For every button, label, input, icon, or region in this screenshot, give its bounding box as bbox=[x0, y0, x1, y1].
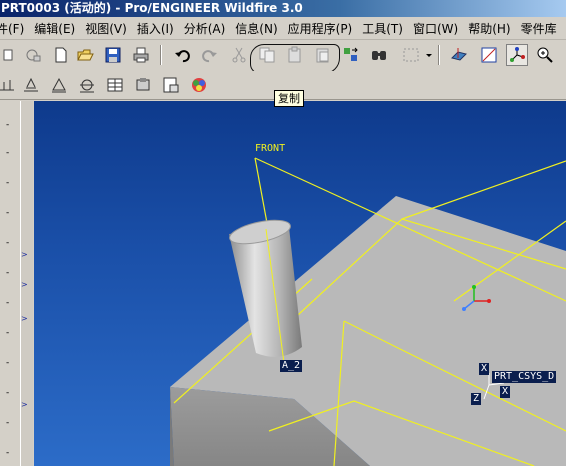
open-folder-icon[interactable] bbox=[74, 44, 96, 66]
zoom-in-icon[interactable] bbox=[534, 44, 556, 66]
tree-expander[interactable]: - bbox=[6, 329, 9, 338]
datum-front-label[interactable]: FRONT bbox=[255, 143, 285, 155]
chevron-down-icon[interactable] bbox=[424, 44, 434, 66]
tooltip-text: 复制 bbox=[278, 92, 300, 105]
model-display-icon[interactable] bbox=[160, 74, 182, 96]
title-bar: PRT0003 (活动的) - Pro/ENGINEER Wildfire 3.… bbox=[0, 0, 566, 17]
menu-part-library[interactable]: 零件库 bbox=[518, 18, 564, 39]
chevron-right-icon[interactable]: > bbox=[21, 315, 28, 323]
menu-applications[interactable]: 应用程序(P) bbox=[285, 18, 360, 39]
sketch-icon[interactable] bbox=[20, 74, 42, 96]
proe-window: PRT0003 (活动的) - Pro/ENGINEER Wildfire 3.… bbox=[0, 0, 566, 466]
csys-z-axis-label: Z bbox=[471, 393, 482, 405]
triangle-plane-icon[interactable] bbox=[48, 74, 70, 96]
partial-icon[interactable] bbox=[0, 44, 22, 66]
datum-axis-display-icon[interactable] bbox=[478, 44, 500, 66]
regenerate-icon[interactable] bbox=[340, 44, 362, 66]
window-title: PRT0003 (活动的) - Pro/ENGINEER Wildfire 3.… bbox=[1, 1, 303, 15]
menu-file[interactable]: 件(F) bbox=[0, 18, 31, 39]
find-icon[interactable] bbox=[368, 44, 390, 66]
model-view bbox=[170, 157, 566, 466]
revolve-icon[interactable] bbox=[76, 74, 98, 96]
select-box-icon[interactable] bbox=[396, 44, 426, 66]
tree-expander[interactable]: - bbox=[6, 299, 9, 308]
csys-label[interactable]: PRT_CSYS_D bbox=[492, 371, 557, 383]
graphics-viewport[interactable]: FRONT A_2 PRT_CSYS_D X Z X bbox=[34, 101, 566, 466]
menu-view[interactable]: 视图(V) bbox=[82, 18, 134, 39]
tree-expander[interactable]: - bbox=[6, 209, 9, 218]
menu-insert[interactable]: 插入(I) bbox=[134, 18, 181, 39]
csys-x2-axis-label: X bbox=[500, 386, 511, 398]
window-icon[interactable] bbox=[22, 44, 44, 66]
print-icon[interactable] bbox=[130, 44, 152, 66]
tree-expander[interactable]: - bbox=[6, 121, 9, 130]
toolbar-separator bbox=[438, 45, 440, 65]
menu-window[interactable]: 窗口(W) bbox=[410, 18, 465, 39]
tree-expander[interactable]: - bbox=[6, 239, 9, 248]
table-icon[interactable] bbox=[104, 74, 126, 96]
toolbar-separator bbox=[160, 45, 162, 65]
axis-label[interactable]: A_2 bbox=[280, 360, 303, 372]
model-tree-panel: - - - - - - - - - - - - > > > > bbox=[0, 101, 33, 466]
chevron-right-icon[interactable]: > bbox=[21, 401, 28, 409]
menu-analysis[interactable]: 分析(A) bbox=[181, 18, 233, 39]
new-file-icon[interactable] bbox=[50, 44, 72, 66]
menu-info[interactable]: 信息(N) bbox=[232, 18, 284, 39]
tree-expander[interactable]: - bbox=[6, 179, 9, 188]
datum-plane-display-icon[interactable] bbox=[448, 44, 470, 66]
save-icon[interactable] bbox=[102, 44, 124, 66]
menu-help[interactable]: 帮助(H) bbox=[465, 18, 517, 39]
tree-expander[interactable]: - bbox=[6, 149, 9, 158]
menu-edit[interactable]: 编辑(E) bbox=[31, 18, 82, 39]
undo-icon[interactable] bbox=[172, 44, 194, 66]
cut-icon[interactable] bbox=[228, 44, 250, 66]
tree-expander[interactable]: - bbox=[6, 419, 9, 428]
datum-csys-display-icon[interactable] bbox=[506, 44, 528, 66]
appearance-icon[interactable] bbox=[188, 74, 210, 96]
menu-tools[interactable]: 工具(T) bbox=[359, 18, 410, 39]
tree-expander[interactable]: - bbox=[6, 359, 9, 368]
tooltip: 复制 bbox=[274, 90, 304, 107]
chevron-right-icon[interactable]: > bbox=[21, 251, 28, 259]
redo-icon[interactable] bbox=[198, 44, 220, 66]
annotation-lasso bbox=[250, 44, 340, 74]
tree-expander[interactable]: - bbox=[6, 449, 9, 458]
datum-point-icon[interactable] bbox=[0, 74, 18, 96]
tree-expander[interactable]: - bbox=[6, 269, 9, 278]
layer-icon[interactable] bbox=[132, 74, 154, 96]
csys-x-axis-label: X bbox=[479, 363, 490, 375]
menu-bar: 件(F) 编辑(E) 视图(V) 插入(I) 分析(A) 信息(N) 应用程序(… bbox=[0, 18, 566, 40]
tree-expander[interactable]: - bbox=[6, 389, 9, 398]
chevron-right-icon[interactable]: > bbox=[21, 281, 28, 289]
